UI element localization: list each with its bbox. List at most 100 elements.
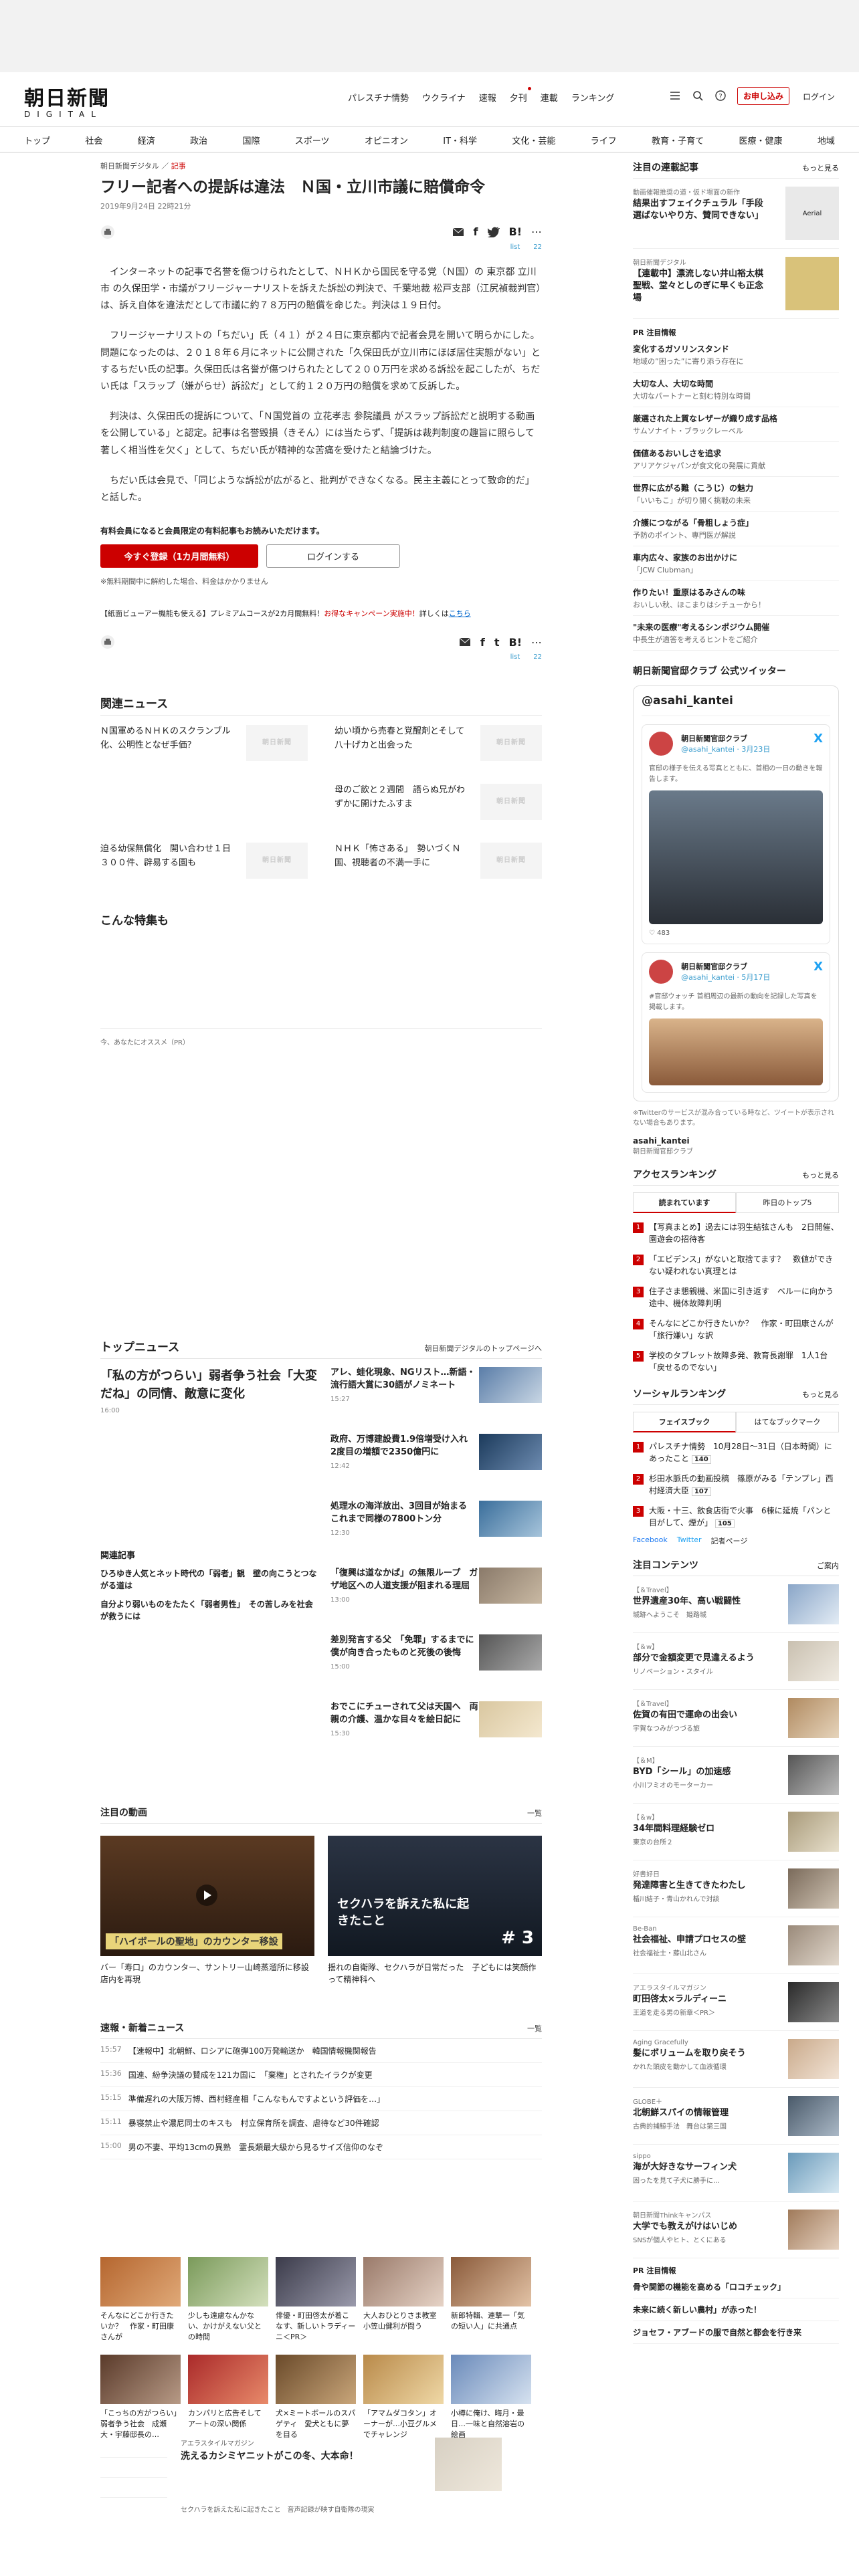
grid-card[interactable]: 俳優・町田啓太が着こなす、新しいトラディーニ＜PR＞ [276, 2257, 356, 2343]
breaking-item[interactable]: 15:00 男の不妻、平均13cmの異熟 霊長類最大級から見るサイズ信仰のなぞ [100, 2135, 542, 2159]
mail-icon[interactable] [459, 637, 471, 647]
content-card[interactable]: 【＆w】 部分で金額変更で見違えるよう リノベーション・スタイル [633, 1633, 839, 1690]
top-news-item[interactable]: 「復興は道なかば」の無限ループ ガザ地区への人道支援が阻まれる理屈 13:00 [330, 1568, 542, 1624]
top-news-item[interactable]: 処理水の海洋放出、3回目が始まる これまで同様の7800トン分 12:30 [330, 1501, 542, 1557]
tweet-card[interactable]: 朝日新聞官邸クラブ @asahi_kantei · 5月17日 X #官邸ウォッチ… [642, 952, 830, 1093]
site-logo[interactable]: 朝日新聞 DIGITAL [24, 82, 110, 119]
pr-item[interactable]: 厳選された上質なレザーが織り成す品格 サムソナイト・ブラックレーベル [633, 407, 839, 442]
tab-hatena[interactable]: はてなブックマーク [736, 1412, 839, 1432]
hatena-icon[interactable]: B! [509, 636, 522, 649]
grid-card[interactable]: 少しも遠慮なんかない、かけがえない父との時間 [188, 2257, 268, 2343]
tab-yesterday-top5[interactable]: 昨日のトップ5 [736, 1192, 839, 1213]
content-card[interactable]: 【＆Travel】 世界遺産30年、高い戦闘性 城跡へようこそ 姫路城 [633, 1576, 839, 1633]
facebook-link[interactable]: Facebook [633, 1535, 668, 1546]
gnav-health[interactable]: 医療・健康 [739, 134, 782, 146]
pr-item[interactable]: 未来に続く新しい農村」が赤った！ [633, 2298, 839, 2321]
twitter-icon[interactable]: t [494, 636, 500, 649]
content-card[interactable]: 好書好日 発達障害と生きてきたわたし 楯川結子・青山かれんで対談 [633, 1860, 839, 1917]
gnav-politics[interactable]: 政治 [190, 134, 207, 146]
content-card[interactable]: アエラスタイルマガジン 町田啓太×ラルディーニ 王道を走る男の新章＜PR＞ [633, 1974, 839, 2031]
grid-card[interactable]: 新郎特輯、連撃一「気の短い人」に共通点 [451, 2257, 531, 2343]
twitter-embed-header[interactable]: @asahi_kantei [642, 694, 830, 716]
content-card[interactable]: GLOBE＋ 北朝鮮スパイの情報管理 古典的捕鯨手法 舞台は第三国 [633, 2088, 839, 2145]
login-link[interactable]: ログイン [803, 91, 835, 102]
sidebar-features-more[interactable]: もっと見る [802, 163, 839, 173]
nav-breaking[interactable]: 速報 [479, 91, 496, 104]
sidebar-feature[interactable]: 動画催報推奨の道・仮ド場面の新作 結果出すフェイクチュラル「手段選ばないやり方、賛… [633, 179, 839, 249]
campaign-link[interactable]: こちら [449, 609, 471, 618]
pr-item[interactable]: 大切な人、大切な時間 大切なパートナーと刻む特別な時間 [633, 372, 839, 407]
content-card[interactable]: 朝日新聞Thinkキャンパス 大学でも教えがけはいじめ SNSが個人やヒト、とくにあ… [633, 2202, 839, 2258]
reporter-link[interactable]: 記者ページ [711, 1535, 748, 1546]
breaking-item[interactable]: 15:36 国連、紛争決議の賛成を121カ国に 「棄権」とされたイラクが変更 [100, 2063, 542, 2087]
gnav-it[interactable]: IT・科学 [443, 134, 477, 146]
twitter-account[interactable]: asahi_kantei [633, 1136, 839, 1146]
top-news-item[interactable]: おでこにチューされて父は天国へ 両親の介護、温かな目々を絵日記に 15:30 [330, 1701, 542, 1757]
pr-item[interactable]: 作りたい！重原はるみさんの味 おいしい秋、ほこまりはシチューから！ [633, 581, 839, 616]
breaking-item[interactable]: 15:57 【速報中】北朝鮮、ロシアに砲弾100万発輸送か 韓国情報機関報告 [100, 2039, 542, 2063]
menu-icon[interactable] [669, 90, 681, 102]
twitter-icon[interactable] [487, 227, 500, 237]
top-news-item[interactable]: 政府、万博建設費1.9倍増受け入れ 2度目の増額で2350億円に 12:42 [330, 1434, 542, 1490]
nav-evening[interactable]: 夕刊 [510, 87, 531, 104]
grid-card[interactable]: 犬×ミートボールのスパゲティ 愛犬ともに夢を目る [276, 2354, 356, 2440]
pr-item[interactable]: 骨や関節の機能を高める「ロコチェック」 [633, 2276, 839, 2298]
grid-card[interactable]: 「こっちの方がつらい」弱者争う社会 成瀬大・宇藤邸長の… [100, 2354, 181, 2440]
gnav-economy[interactable]: 経済 [138, 134, 155, 146]
mail-icon[interactable] [452, 227, 464, 237]
pr-item[interactable]: "未来の医療"考えるシンポジウム開催 中長生が適答を考えるヒントをご紹介 [633, 616, 839, 651]
social-ranking-more[interactable]: もっと見る [802, 1389, 839, 1400]
search-icon[interactable] [692, 90, 704, 102]
register-button[interactable]: お申し込み [737, 87, 790, 105]
ranking-item[interactable]: 1 【写真まとめ】過去には羽生結弦さんも 2日開催、園遊会の招待客 [633, 1217, 839, 1249]
gnav-culture[interactable]: 文化・芸能 [512, 134, 555, 146]
content-card[interactable]: 【＆Travel】 佐賀の有田で運命の出会い 宇賀なつみがつづる旅 [633, 1690, 839, 1747]
facebook-icon[interactable]: f [480, 636, 485, 649]
content-card[interactable]: 【＆M】 BYD「シール」の加速感 小川フミオのモーターカー [633, 1747, 839, 1804]
breaking-more-link[interactable]: 一覧 [527, 2023, 542, 2034]
breaking-item[interactable]: 15:15 準備遅れの大阪万博、西村経産相「こんなもんですよという評価を…」 [100, 2087, 542, 2111]
pr-item[interactable]: ジョセフ・アブードの服で自然と都会を行き来 [633, 2321, 839, 2344]
gnav-region[interactable]: 地域 [818, 134, 835, 146]
related-item[interactable]: 母のご飲と２週間 語らぬ兄がわずかに開けたふすま 朝日新聞 [335, 784, 542, 825]
top-news-item[interactable]: アレ、蛙化現象、NGリスト…新語・流行語大賞に30語がノミネート 15:27 [330, 1367, 542, 1423]
hatena-icon[interactable]: B! [509, 225, 522, 238]
facebook-icon[interactable]: f [474, 225, 478, 238]
ranking-item[interactable]: 4 そんなにどこか行きたいか？ 作家・町田康さんが「旅行嫌い」な訳 [633, 1313, 839, 1346]
gnav-top[interactable]: トップ [24, 134, 50, 146]
twitter-link[interactable]: Twitter [677, 1535, 702, 1546]
more-icon[interactable]: ⋯ [531, 636, 542, 649]
gnav-education[interactable]: 教育・子育て [652, 134, 704, 146]
print-icon[interactable] [100, 225, 115, 239]
grid-card[interactable]: カンパリと広告そしてアートの深い関係 [188, 2354, 268, 2440]
breadcrumb-site[interactable]: 朝日新聞デジタル [100, 162, 159, 171]
gnav-sports[interactable]: スポーツ [295, 134, 330, 146]
pr-item[interactable]: 世界に広がる難（こうじ）の魅力 「いいもこ」が切り開く挑戦の未来 [633, 477, 839, 512]
pr-item[interactable]: 車内広々、家族のお出かけに 「JCW Clubman」 [633, 546, 839, 581]
social-item[interactable]: 3 大阪・十三、飲食店街で火事 6棟に延焼「パンと目がして、煙が」 105 [633, 1501, 839, 1533]
access-ranking-more[interactable]: もっと見る [802, 1170, 839, 1180]
related-article[interactable]: 自分より弱いものをたたく「弱者男性」 その苦しみを社会が救うには [100, 1598, 317, 1622]
social-item[interactable]: 2 杉田水脈氏の動画投稿 篠原がみる「テンプレ」西村経済大臣 107 [633, 1469, 839, 1501]
related-item[interactable]: 迫る幼保無償化 開い合わせ１日３００件、辟易する園も 朝日新聞 [100, 843, 308, 884]
gnav-life[interactable]: ライフ [591, 134, 617, 146]
help-icon[interactable]: ? [714, 90, 727, 102]
grid-card[interactable]: そんなにどこか行きたいか？ 作家・町田康さんが [100, 2257, 181, 2343]
subscribe-button[interactable]: 今すぐ登録（1カ月間無料） [100, 544, 258, 568]
print-icon[interactable] [100, 635, 115, 649]
videos-more-link[interactable]: 一覧 [527, 1808, 542, 1818]
content-more[interactable]: ご案内 [817, 1560, 839, 1571]
breadcrumb-category[interactable]: 記事 [171, 162, 186, 171]
nav-palestine[interactable]: パレスチナ情勢 [348, 91, 409, 104]
pr-item[interactable]: 変化するガソリンスタンド 地域の”困った”に寄り添う存在に [633, 338, 839, 372]
tab-facebook[interactable]: フェイスブック [633, 1412, 736, 1432]
related-article[interactable]: ひろゆき人気とネット時代の「弱者」観 壁の向こうとつながる道は [100, 1568, 317, 1592]
nav-ranking[interactable]: ランキング [571, 91, 615, 104]
related-item[interactable]: 幼い頃から売春と覚醒剤とそして八十げカと出会った 朝日新聞 [335, 725, 542, 766]
brand-banner[interactable]: アエラスタイルマガジン 洗えるカシミヤニットがこの冬、大本命！ セクハラを訴えた… [100, 2438, 542, 2514]
ranking-item[interactable]: 3 住子さま懇親機、米国に引き返す ベルーに向かう途中、機体故障判明 [633, 1281, 839, 1313]
tweet-card[interactable]: 朝日新聞官邸クラブ @asahi_kantei · 3月23日 X 官邸の様子を伝… [642, 724, 830, 944]
pr-item[interactable]: 価値あるおいしさを追求 アリアケジャパンが食文化の発展に貢献 [633, 442, 839, 477]
related-item[interactable]: ＮＨＫ「怖さある」 勢いづくＮ国、視聴者の不満一手に 朝日新聞 [335, 843, 542, 884]
breaking-item[interactable]: 15:11 暴寝禁止や濃尼同士のキスも 村立保育所を調査、虐待など30件確認 [100, 2111, 542, 2135]
